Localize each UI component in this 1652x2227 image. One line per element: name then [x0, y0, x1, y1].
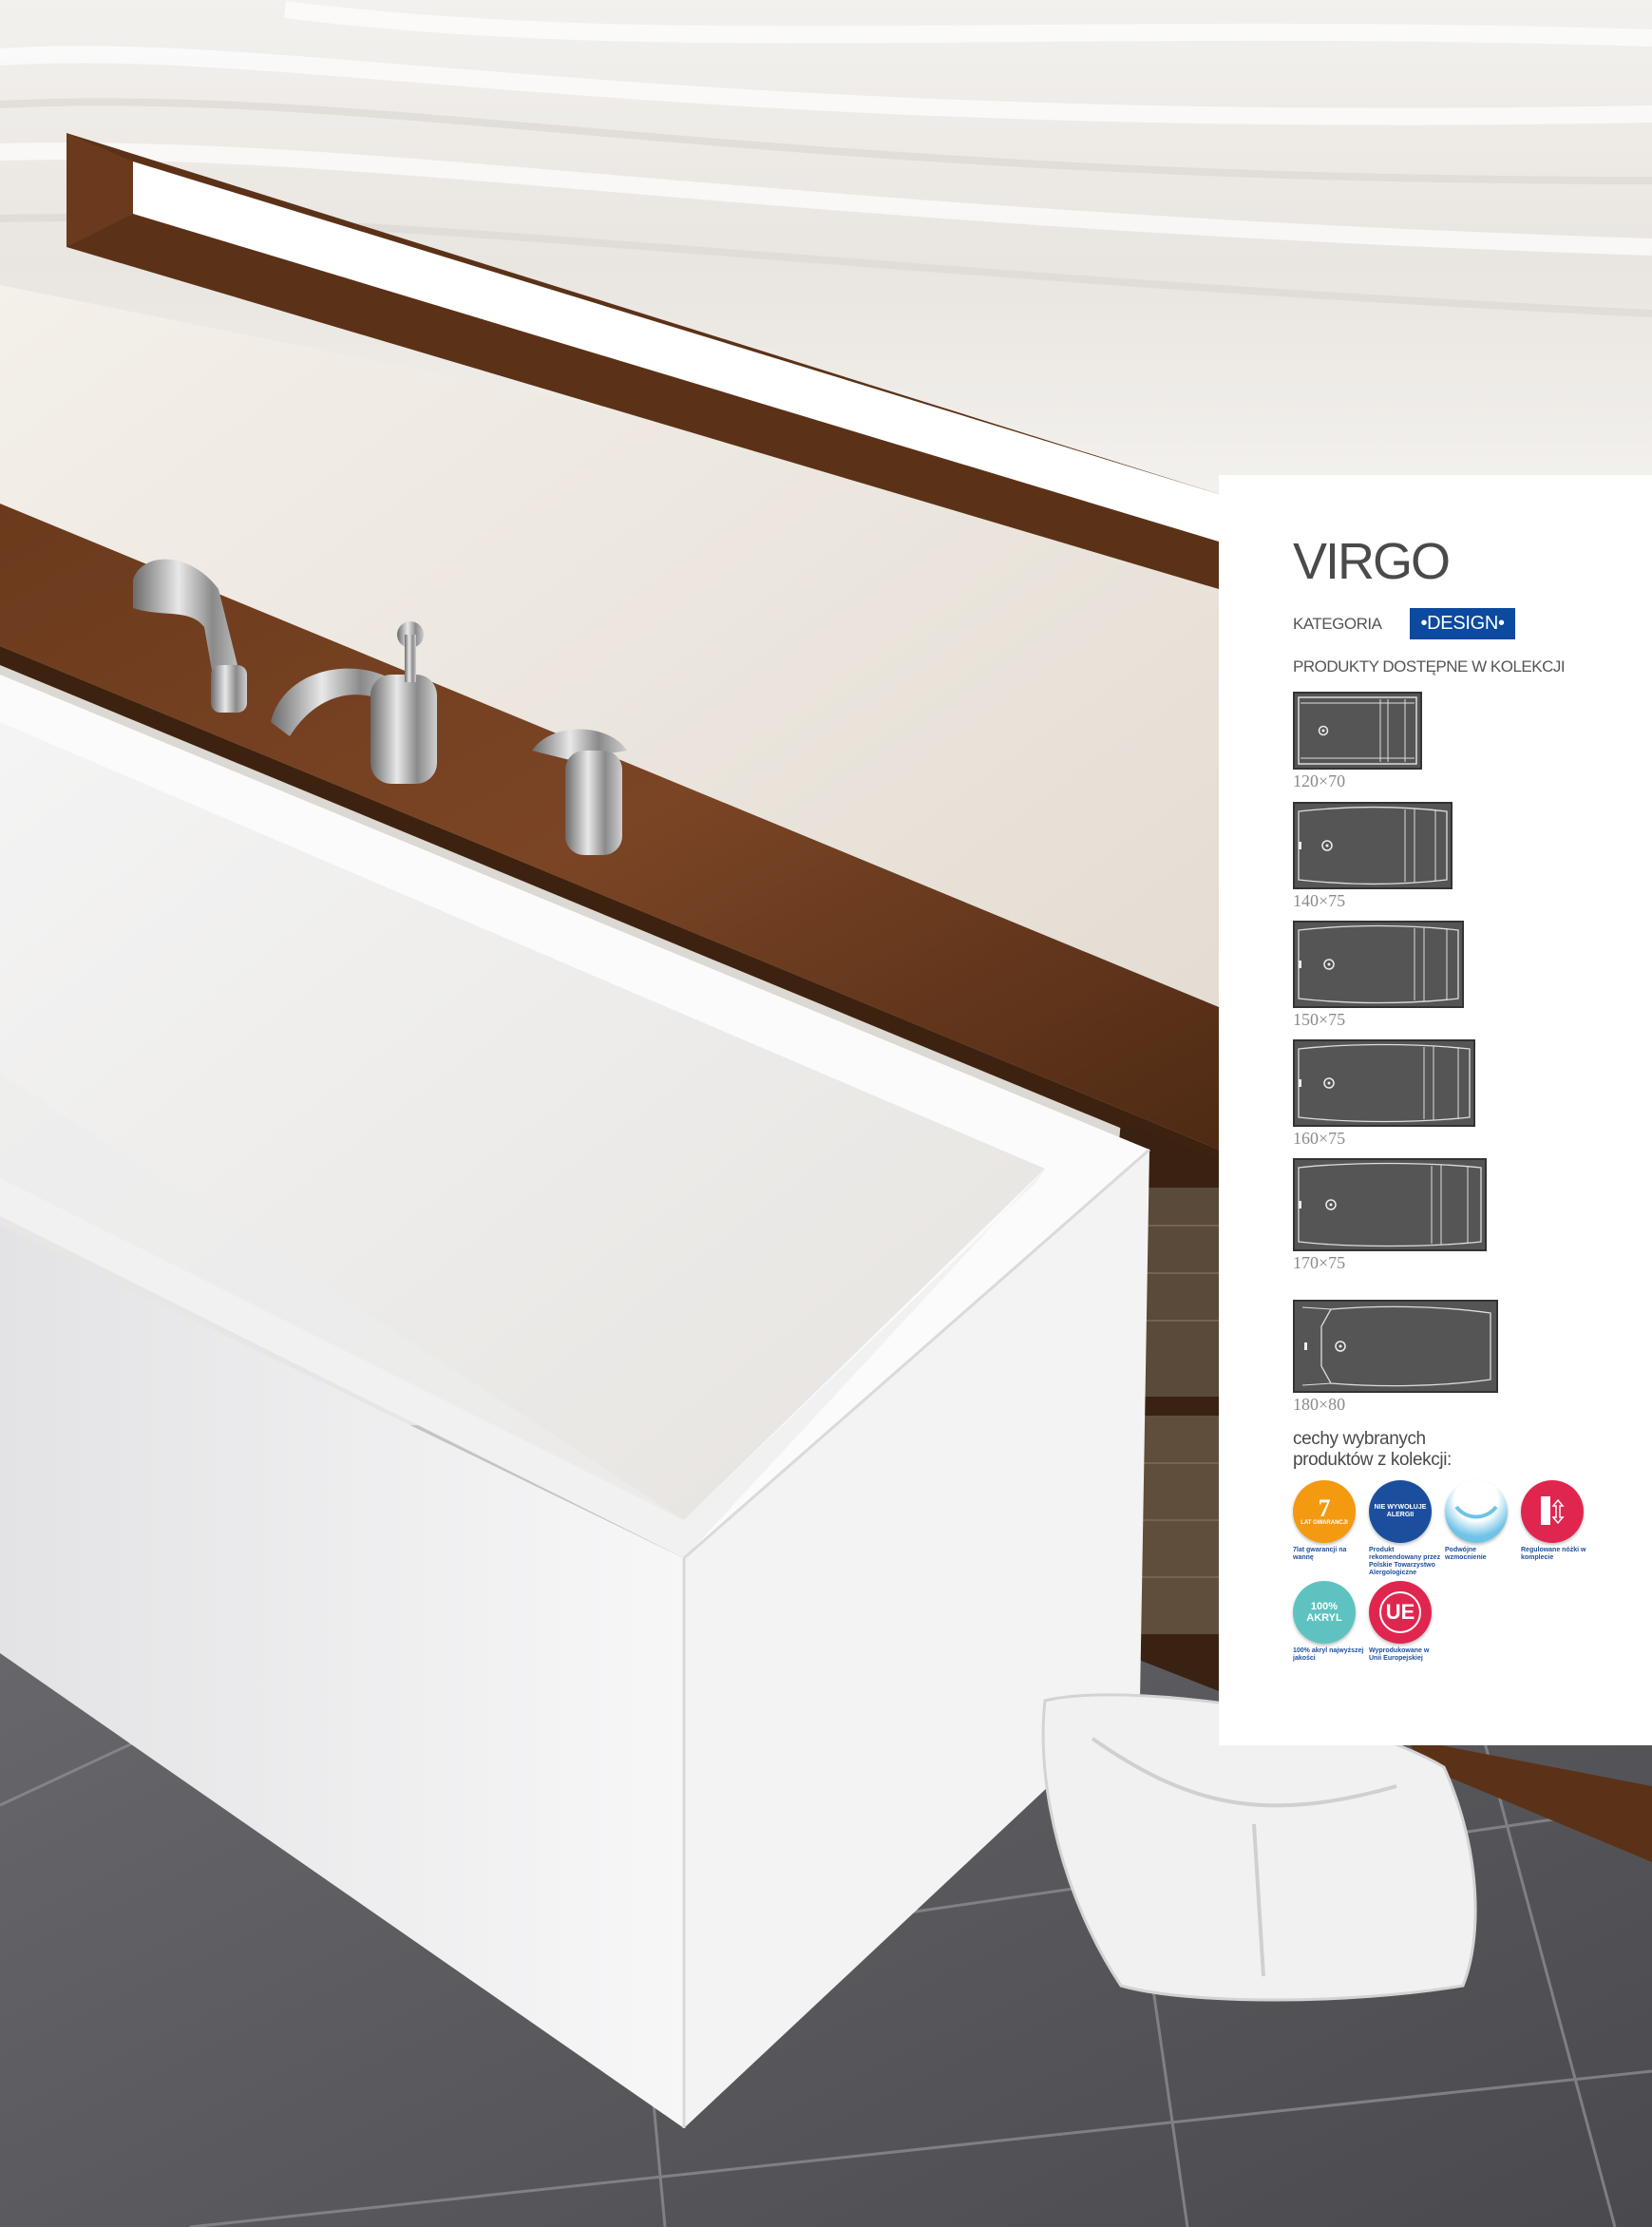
acrylic-100-icon: 100% AKRYL [1293, 1581, 1356, 1644]
features-heading-line2: produktów z kolekcji: [1293, 1450, 1452, 1470]
category-badge: •DESIGN• [1410, 608, 1515, 639]
bathtub-outline-icon [1293, 1300, 1498, 1393]
double-reinforcement-icon [1445, 1480, 1508, 1543]
bathtub-outline-icon [1293, 921, 1464, 1008]
hypoallergenic-text-1: NIE WYWOŁUJE [1374, 1504, 1427, 1511]
feature-item: UE Wyprodukowane w Unii Europejskiej [1369, 1581, 1443, 1663]
hypoallergenic-icon: NIE WYWOŁUJE ALERGII [1369, 1480, 1432, 1543]
hypoallergenic-text-2: ALERGII [1386, 1512, 1415, 1518]
tub-size-item: 140×75 [1293, 802, 1453, 911]
eu-text: UE [1379, 1591, 1421, 1633]
warranty-text: LAT GWARANCJI [1301, 1519, 1348, 1526]
made-in-eu-icon: UE [1369, 1581, 1432, 1644]
tub-size-item: 170×75 [1293, 1158, 1487, 1273]
feature-caption: Wyprodukowane w Unii Europejskiej [1369, 1647, 1430, 1662]
bathtub-outline-icon [1293, 1039, 1475, 1127]
features-heading-line1: cechy wybranych [1293, 1429, 1426, 1449]
feature-item: 100% AKRYL 100% akryl najwyższej jakości [1293, 1581, 1367, 1663]
feature-caption: 7lat gwarancji na wannę [1293, 1547, 1347, 1561]
feature-caption: Podwójne wzmocnienie [1445, 1547, 1487, 1561]
features-heading: cechy wybranych produktów z kolekcji: [1293, 1429, 1452, 1471]
feature-item: Podwójne wzmocnienie [1445, 1480, 1519, 1562]
tub-size-item: 180×80 [1293, 1300, 1498, 1415]
bathtub-outline-icon [1293, 692, 1422, 770]
tub-size-label: 180×80 [1293, 1395, 1346, 1414]
warranty-years: 7 [1318, 1494, 1331, 1522]
feature-item: 7 LAT GWARANCJI 7lat gwarancji na wannę [1293, 1480, 1367, 1562]
feature-caption: 100% akryl najwyższej jakości [1293, 1647, 1364, 1662]
acrylic-text: AKRYL [1306, 1612, 1342, 1624]
reinforcement-shape-icon [1454, 1505, 1498, 1519]
tub-size-label: 170×75 [1293, 1253, 1346, 1272]
feature-item: NIE WYWOŁUJE ALERGII Produkt rekomendowa… [1369, 1480, 1443, 1577]
feature-item: Regulowane nóżki w komplecie [1521, 1480, 1595, 1562]
feature-caption: Regulowane nóżki w komplecie [1521, 1547, 1586, 1561]
warranty-7-years-icon: 7 LAT GWARANCJI [1293, 1480, 1356, 1543]
tub-size-label: 150×75 [1293, 1010, 1346, 1029]
tub-size-item: 120×70 [1293, 692, 1422, 791]
tub-size-label: 140×75 [1293, 891, 1346, 910]
category-label: KATEGORIA [1293, 614, 1382, 633]
bathtub-outline-icon [1293, 802, 1453, 889]
feature-caption: Produkt rekomendowany przez Polskie Towa… [1369, 1547, 1441, 1576]
tub-size-item: 160×75 [1293, 1039, 1475, 1149]
tub-size-item: 150×75 [1293, 921, 1464, 1030]
tub-size-label: 120×70 [1293, 771, 1346, 790]
products-heading: PRODUKTY DOSTĘPNE W KOLEKCJI [1293, 657, 1566, 676]
tub-size-label: 160×75 [1293, 1129, 1346, 1148]
acrylic-percent: 100% [1310, 1601, 1339, 1612]
product-title: VIRGO [1293, 533, 1451, 590]
category-row: KATEGORIA •DESIGN• [1293, 608, 1515, 639]
adjustable-legs-icon [1521, 1480, 1584, 1543]
bathtub-outline-icon [1293, 1158, 1487, 1251]
leg-arrow-icon [1541, 1496, 1565, 1525]
product-info-panel: VIRGO KATEGORIA •DESIGN• PRODUKTY DOSTĘP… [1219, 475, 1652, 1745]
